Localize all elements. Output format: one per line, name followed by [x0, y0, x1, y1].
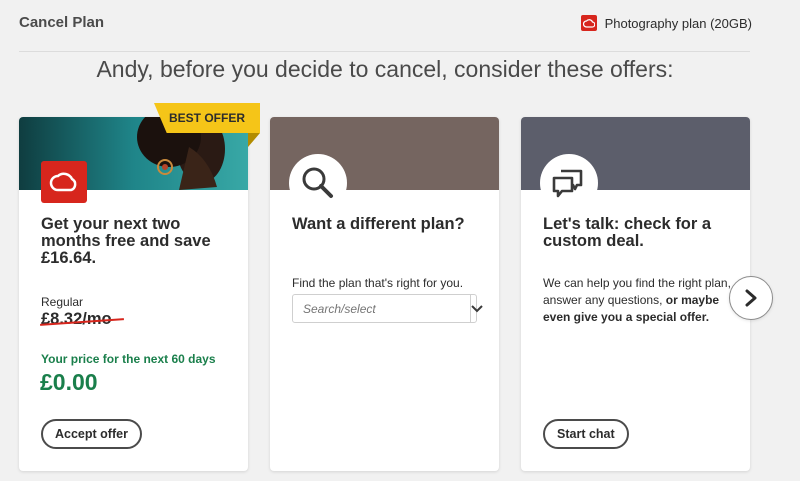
plan-prompt: Find the plan that's right for you.: [292, 276, 464, 290]
chat-description-line3: even give you a special offer.: [543, 310, 710, 324]
page-title: Cancel Plan: [19, 14, 105, 31]
offer-card-custom-deal: Let's talk: check for a custom deal. We …: [521, 117, 750, 471]
offer-title-line1: Get your next two: [41, 215, 181, 233]
chat-description-bold: or maybe: [665, 293, 720, 307]
card-title-line1: Let's talk: check for a: [543, 215, 712, 233]
regular-price: £8.32/mo: [40, 310, 124, 329]
offer-title-line3: £16.64.: [41, 249, 97, 267]
chat-bubbles-icon: [540, 154, 598, 212]
chat-description-line1: We can help you find the right plan,: [543, 276, 731, 290]
promo-price: £0.00: [40, 369, 98, 395]
best-offer-badge: BEST OFFER: [154, 103, 260, 133]
offer-card-different-plan: Want a different plan? Find the plan tha…: [270, 117, 499, 471]
card-title-line2: custom deal.: [543, 232, 644, 250]
start-chat-button[interactable]: Start chat: [543, 419, 629, 449]
next-offers-button[interactable]: [729, 276, 773, 320]
plan-select-dropdown-button[interactable]: [470, 295, 483, 322]
search-icon: [289, 154, 347, 212]
plan-search-input[interactable]: [293, 295, 470, 322]
chevron-right-icon: [745, 289, 757, 307]
header-divider: [19, 51, 750, 52]
creative-cloud-logo-icon: [41, 161, 87, 203]
best-offer-badge-fold: [248, 133, 260, 147]
plan-select[interactable]: [292, 294, 483, 323]
plan-label: Photography plan (20GB): [604, 15, 752, 31]
offer-card-free-months: BEST OFFER Get your next two months free…: [19, 103, 260, 471]
plan-badge: Photography plan (20GB): [580, 15, 752, 31]
page-header: Cancel Plan Photography plan (20GB): [0, 0, 800, 52]
chat-description-line2: answer any questions, or maybe: [543, 291, 719, 309]
chat-description-text: answer any questions,: [543, 293, 666, 307]
regular-label: Regular: [41, 295, 84, 309]
chevron-down-icon: [471, 304, 483, 312]
creative-cloud-icon: [580, 15, 597, 31]
card-title: Want a different plan?: [292, 215, 465, 233]
offers-headline: Andy, before you decide to cancel, consi…: [96, 56, 674, 82]
promo-label: Your price for the next 60 days: [41, 352, 216, 366]
accept-offer-button[interactable]: Accept offer: [41, 419, 142, 449]
offer-title-line2: months free and save: [41, 232, 211, 250]
